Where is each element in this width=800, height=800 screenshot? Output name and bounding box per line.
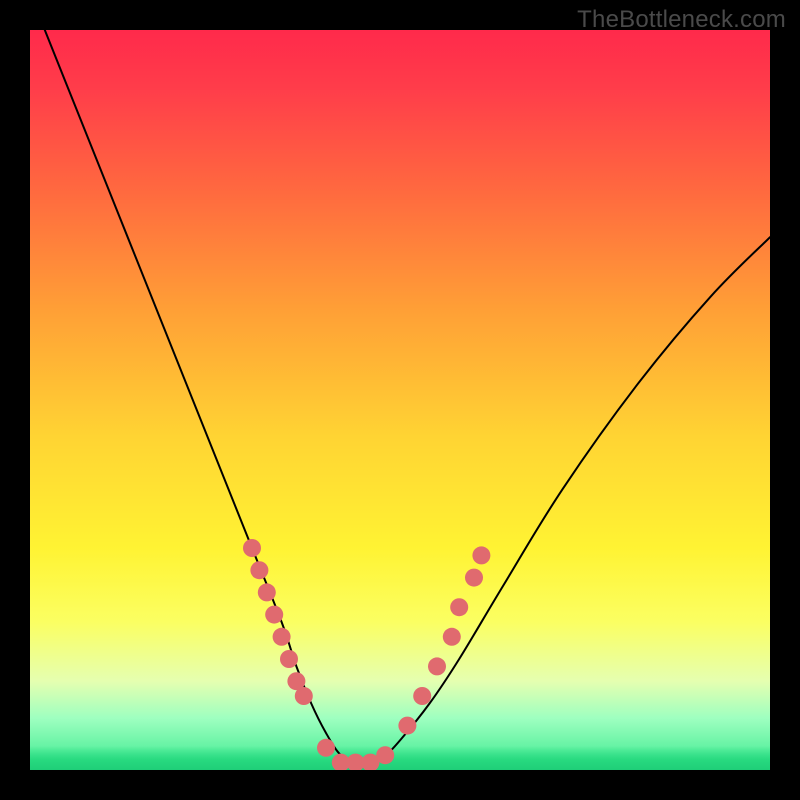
data-point xyxy=(280,650,298,668)
data-points xyxy=(243,539,490,770)
chart-frame: TheBottleneck.com xyxy=(0,0,800,800)
data-point xyxy=(265,606,283,624)
data-point xyxy=(317,739,335,757)
chart-svg xyxy=(30,30,770,770)
data-point xyxy=(428,657,446,675)
data-point xyxy=(443,628,461,646)
data-point xyxy=(376,746,394,764)
data-point xyxy=(450,598,468,616)
data-point xyxy=(243,539,261,557)
bottleneck-curve xyxy=(45,30,770,764)
data-point xyxy=(258,583,276,601)
data-point xyxy=(398,717,416,735)
data-point xyxy=(273,628,291,646)
data-point xyxy=(472,546,490,564)
data-point xyxy=(465,569,483,587)
plot-area xyxy=(30,30,770,770)
data-point xyxy=(295,687,313,705)
data-point xyxy=(250,561,268,579)
data-point xyxy=(413,687,431,705)
